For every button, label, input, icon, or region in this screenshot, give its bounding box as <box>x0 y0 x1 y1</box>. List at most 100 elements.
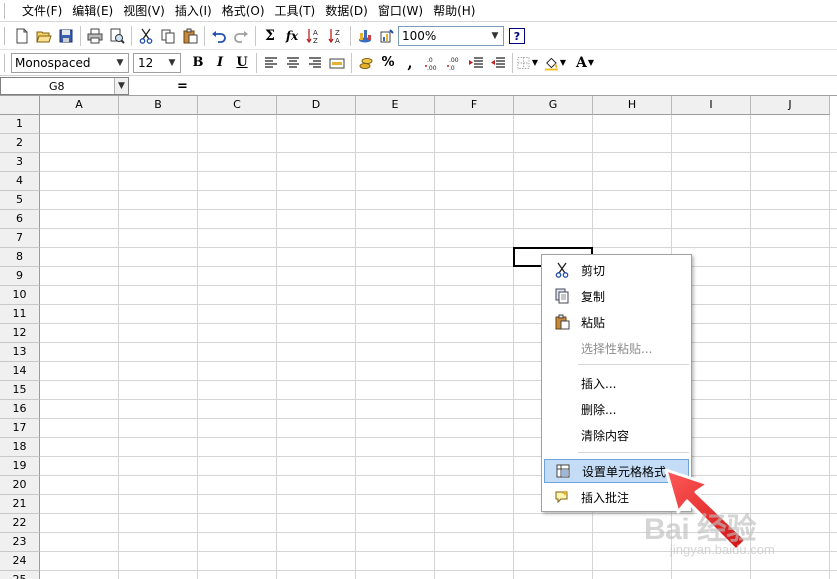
menu-help[interactable]: 帮助(H) <box>428 1 480 21</box>
select-all-corner[interactable] <box>0 96 40 115</box>
menu-item-clear-contents[interactable]: 清除内容 <box>544 423 689 447</box>
row-header[interactable]: 10 <box>0 286 40 305</box>
help-button[interactable]: ? <box>509 28 525 44</box>
name-box[interactable]: G8 ▼ <box>0 77 129 95</box>
column-header[interactable]: C <box>198 96 277 115</box>
underline-button[interactable]: U <box>231 52 253 74</box>
column-header[interactable]: D <box>277 96 356 115</box>
menu-item-delete[interactable]: 删除... <box>544 397 689 421</box>
zoom-select[interactable]: 100% ▼ <box>398 26 504 46</box>
row-header[interactable]: 12 <box>0 324 40 343</box>
row-header[interactable]: 6 <box>0 210 40 229</box>
column-header[interactable]: F <box>435 96 514 115</box>
row-header[interactable]: 17 <box>0 419 40 438</box>
row-header[interactable]: 4 <box>0 172 40 191</box>
row-header[interactable]: 23 <box>0 533 40 552</box>
menu-format[interactable]: 格式(O) <box>217 1 270 21</box>
cut-button[interactable] <box>135 25 157 47</box>
menu-item-cut[interactable]: 剪切 <box>544 258 689 282</box>
merge-center-button[interactable] <box>326 52 348 74</box>
column-header[interactable]: J <box>751 96 830 115</box>
font-size-select[interactable]: 12 ▼ <box>133 52 181 73</box>
align-center-button[interactable] <box>282 52 304 74</box>
menu-window[interactable]: 窗口(W) <box>373 1 428 21</box>
row-header[interactable]: 19 <box>0 457 40 476</box>
copy-button[interactable] <box>157 25 179 47</box>
chevron-down-icon[interactable]: ▼ <box>560 58 566 67</box>
column-header[interactable]: I <box>672 96 751 115</box>
fill-color-button[interactable]: ▼ <box>544 52 566 74</box>
print-button[interactable] <box>84 25 106 47</box>
autosum-button[interactable]: Σ <box>259 25 281 47</box>
row-header[interactable]: 14 <box>0 362 40 381</box>
menu-item-copy[interactable]: 复制 <box>544 284 689 308</box>
menu-item-paste[interactable]: 粘贴 <box>544 310 689 334</box>
menu-data[interactable]: 数据(D) <box>320 1 373 21</box>
menu-item-paste-special[interactable]: 选择性粘贴... <box>544 336 689 360</box>
column-header[interactable]: B <box>119 96 198 115</box>
chevron-down-icon[interactable]: ▼ <box>112 54 128 72</box>
row-header[interactable]: 21 <box>0 495 40 514</box>
percent-button[interactable]: % <box>377 52 399 74</box>
borders-button[interactable]: ▼ <box>516 52 538 74</box>
formula-equals-icon[interactable]: = <box>177 79 188 94</box>
toolbar-grip[interactable] <box>4 27 7 45</box>
chart-button[interactable] <box>354 25 376 47</box>
comma-button[interactable]: , <box>399 52 421 74</box>
increase-decimal-button[interactable]: .0.00 <box>421 52 443 74</box>
decrease-indent-button[interactable] <box>465 52 487 74</box>
chart-wizard-button[interactable] <box>376 25 398 47</box>
function-button[interactable]: fx <box>281 25 303 47</box>
row-header[interactable]: 3 <box>0 153 40 172</box>
bold-button[interactable]: B <box>187 52 209 74</box>
menu-bar-grip[interactable] <box>4 2 7 19</box>
row-header[interactable]: 11 <box>0 305 40 324</box>
chevron-down-icon[interactable]: ▼ <box>114 78 128 94</box>
menu-edit[interactable]: 编辑(E) <box>67 1 118 21</box>
column-header[interactable]: A <box>40 96 119 115</box>
row-header[interactable]: 13 <box>0 343 40 362</box>
row-header[interactable]: 5 <box>0 191 40 210</box>
sort-descending-button[interactable]: ZA <box>325 25 347 47</box>
align-right-button[interactable] <box>304 52 326 74</box>
paste-button[interactable] <box>179 25 201 47</box>
column-header[interactable]: G <box>514 96 593 115</box>
sort-ascending-button[interactable]: AZ <box>303 25 325 47</box>
font-color-button[interactable]: A ▼ <box>574 52 596 74</box>
menu-view[interactable]: 视图(V) <box>118 1 170 21</box>
row-header[interactable]: 2 <box>0 134 40 153</box>
menu-insert[interactable]: 插入(I) <box>170 1 217 21</box>
row-header[interactable]: 25 <box>0 571 40 579</box>
menu-file[interactable]: 文件(F) <box>17 1 67 21</box>
print-preview-button[interactable] <box>106 25 128 47</box>
menu-item-insert[interactable]: 插入... <box>544 371 689 395</box>
chevron-down-icon[interactable]: ▼ <box>487 27 503 45</box>
toolbar-grip[interactable] <box>4 53 7 72</box>
row-header[interactable]: 8 <box>0 248 40 267</box>
undo-button[interactable] <box>208 25 230 47</box>
open-button[interactable] <box>33 25 55 47</box>
save-button[interactable] <box>55 25 77 47</box>
row-header[interactable]: 9 <box>0 267 40 286</box>
chevron-down-icon[interactable]: ▼ <box>164 54 180 72</box>
row-header[interactable]: 1 <box>0 115 40 134</box>
row-header[interactable]: 22 <box>0 514 40 533</box>
row-header[interactable]: 18 <box>0 438 40 457</box>
column-header[interactable]: E <box>356 96 435 115</box>
font-name-select[interactable]: Monospaced ▼ <box>11 52 129 73</box>
decrease-decimal-button[interactable]: .00.0 <box>443 52 465 74</box>
row-header[interactable]: 7 <box>0 229 40 248</box>
redo-button[interactable] <box>230 25 252 47</box>
row-header[interactable]: 24 <box>0 552 40 571</box>
column-header[interactable]: H <box>593 96 672 115</box>
align-left-button[interactable] <box>260 52 282 74</box>
row-header[interactable]: 20 <box>0 476 40 495</box>
increase-indent-button[interactable] <box>487 52 509 74</box>
row-header[interactable]: 16 <box>0 400 40 419</box>
row-header[interactable]: 15 <box>0 381 40 400</box>
italic-button[interactable]: I <box>209 52 231 74</box>
chevron-down-icon[interactable]: ▼ <box>588 58 594 67</box>
currency-button[interactable] <box>355 52 377 74</box>
new-document-button[interactable] <box>11 25 33 47</box>
chevron-down-icon[interactable]: ▼ <box>532 58 538 67</box>
